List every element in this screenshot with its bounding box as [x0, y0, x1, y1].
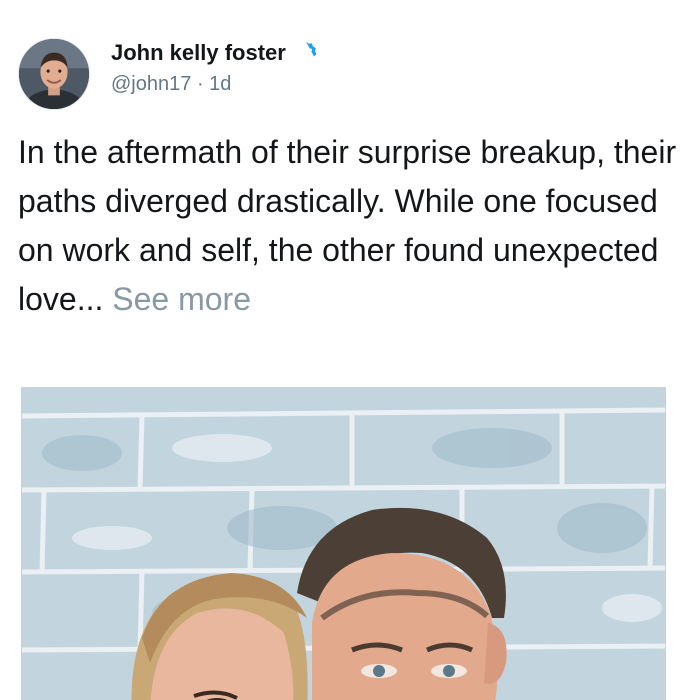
profile-photo-icon [19, 39, 89, 109]
author-name-row: John kelly foster [111, 40, 319, 66]
author-avatar[interactable] [18, 38, 90, 110]
verified-badge-icon [299, 41, 317, 58]
tweet-media-photo[interactable] [21, 387, 666, 700]
meta-separator: · [196, 73, 210, 95]
couple-selfie-photo [22, 388, 665, 700]
author-display-name[interactable]: John kelly foster [111, 40, 286, 66]
see-more-link[interactable]: See more [112, 281, 251, 317]
author-handle[interactable]: @john17 [111, 73, 191, 95]
author-meta-row: @john17 · 1d [111, 72, 231, 96]
tweet-timestamp[interactable]: 1d [209, 73, 231, 95]
tweet-header: John kelly foster @john17 · 1d [18, 36, 678, 112]
tweet-body: In the aftermath of their surprise break… [18, 128, 682, 324]
